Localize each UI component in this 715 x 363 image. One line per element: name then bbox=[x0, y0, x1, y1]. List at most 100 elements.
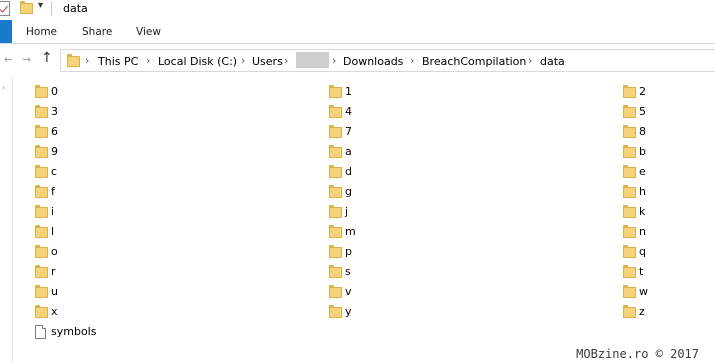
item-label: u bbox=[51, 285, 58, 298]
watermark: MOBzine.ro © 2017 bbox=[576, 347, 699, 361]
folder-icon bbox=[329, 265, 342, 281]
folder-icon bbox=[623, 265, 636, 281]
item-label: r bbox=[51, 265, 56, 278]
folder-icon bbox=[623, 165, 636, 181]
properties-checkbox-icon[interactable] bbox=[0, 1, 10, 16]
item-label: a bbox=[345, 145, 352, 158]
item-label: 4 bbox=[345, 105, 352, 118]
folder-icon bbox=[35, 265, 48, 281]
item-label: f bbox=[51, 185, 55, 198]
item-label: y bbox=[345, 305, 352, 318]
folder-icon bbox=[329, 285, 342, 301]
folder-icon bbox=[623, 245, 636, 261]
chevron-right-icon[interactable]: › bbox=[241, 54, 245, 67]
expand-chevron-icon[interactable]: › bbox=[2, 83, 5, 92]
folder-icon bbox=[329, 165, 342, 181]
item-label: g bbox=[345, 185, 352, 198]
folder-icon bbox=[623, 225, 636, 241]
chevron-right-icon[interactable]: › bbox=[284, 54, 288, 67]
item-label: z bbox=[639, 305, 645, 318]
forward-arrow-icon[interactable]: → bbox=[22, 53, 31, 66]
chevron-right-icon[interactable]: › bbox=[332, 54, 336, 67]
folder-icon bbox=[329, 305, 342, 321]
folder-icon bbox=[35, 145, 48, 161]
folder-icon bbox=[623, 145, 636, 161]
folder-icon bbox=[623, 305, 636, 321]
item-label: 3 bbox=[51, 105, 58, 118]
item-label: x bbox=[51, 305, 58, 318]
item-label: 8 bbox=[639, 125, 646, 138]
folder-icon bbox=[623, 205, 636, 221]
navigation-row: ← → ↑ › This PC › Local Disk (C:) › User… bbox=[0, 44, 715, 76]
folder-icon bbox=[35, 165, 48, 181]
back-arrow-icon[interactable]: ← bbox=[4, 53, 13, 66]
item-label: 2 bbox=[639, 85, 646, 98]
chevron-right-icon[interactable]: › bbox=[85, 54, 89, 67]
item-label: e bbox=[639, 165, 646, 178]
item-label: i bbox=[51, 205, 55, 218]
breadcrumb-users[interactable]: Users bbox=[252, 55, 283, 68]
folder-icon bbox=[35, 225, 48, 241]
folder-icon bbox=[623, 185, 636, 201]
item-label: v bbox=[345, 285, 352, 298]
new-folder-quick-access-icon[interactable] bbox=[20, 1, 33, 17]
chevron-right-icon[interactable]: › bbox=[410, 54, 414, 67]
folder-icon bbox=[623, 105, 636, 121]
item-label: o bbox=[51, 245, 58, 258]
tab-view[interactable]: View bbox=[136, 26, 161, 38]
folder-icon bbox=[35, 305, 48, 321]
item-label: k bbox=[639, 205, 646, 218]
item-label: m bbox=[345, 225, 356, 238]
folder-icon bbox=[329, 225, 342, 241]
file-icon bbox=[35, 325, 46, 342]
item-label: l bbox=[51, 225, 55, 238]
item-label: q bbox=[639, 245, 646, 258]
folder-icon bbox=[623, 285, 636, 301]
folder-icon bbox=[35, 105, 48, 121]
breadcrumb-data[interactable]: data bbox=[540, 55, 565, 68]
folder-icon bbox=[329, 105, 342, 121]
item-label: d bbox=[345, 165, 352, 178]
item-label: 0 bbox=[51, 85, 58, 98]
item-label: w bbox=[639, 285, 648, 298]
up-arrow-icon[interactable]: ↑ bbox=[41, 50, 53, 66]
folder-icon bbox=[329, 125, 342, 141]
folder-icon bbox=[329, 145, 342, 161]
title-separator bbox=[51, 2, 52, 15]
chevron-right-icon[interactable]: › bbox=[146, 54, 150, 67]
folder-icon bbox=[329, 205, 342, 221]
item-label: s bbox=[345, 265, 351, 278]
address-bar[interactable]: › This PC › Local Disk (C:) › Users › › … bbox=[60, 49, 715, 72]
address-folder-icon bbox=[67, 54, 80, 70]
chevron-right-icon[interactable]: › bbox=[528, 54, 532, 67]
breadcrumb-breachcompilation[interactable]: BreachCompilation bbox=[422, 55, 526, 68]
breadcrumb-downloads[interactable]: Downloads bbox=[343, 55, 403, 68]
folder-icon bbox=[35, 85, 48, 101]
item-label: n bbox=[639, 225, 646, 238]
breadcrumb-this-pc[interactable]: This PC bbox=[98, 55, 138, 68]
file-tab-button[interactable] bbox=[0, 20, 12, 43]
folder-icon bbox=[35, 185, 48, 201]
breadcrumb-local-disk[interactable]: Local Disk (C:) bbox=[158, 55, 237, 68]
window-title: data bbox=[63, 2, 88, 15]
item-label: b bbox=[639, 145, 646, 158]
navigation-pane[interactable]: › bbox=[0, 77, 13, 363]
item-label: p bbox=[345, 245, 352, 258]
folder-icon bbox=[329, 85, 342, 101]
item-label: 9 bbox=[51, 145, 58, 158]
folder-icon bbox=[623, 85, 636, 101]
redacted-username bbox=[296, 52, 329, 68]
folder-icon bbox=[35, 205, 48, 221]
ribbon-tabs: Home Share View bbox=[0, 20, 715, 44]
item-label: t bbox=[639, 265, 644, 278]
tab-home[interactable]: Home bbox=[26, 26, 57, 38]
customize-quick-access-icon[interactable]: ▾ bbox=[38, 0, 43, 11]
tab-share[interactable]: Share bbox=[82, 26, 112, 38]
item-label: 5 bbox=[639, 105, 646, 118]
folder-icon bbox=[329, 245, 342, 261]
folder-icon bbox=[623, 125, 636, 141]
item-label: symbols bbox=[51, 325, 97, 338]
folder-icon bbox=[35, 125, 48, 141]
folder-icon bbox=[35, 245, 48, 261]
folder-icon bbox=[329, 185, 342, 201]
